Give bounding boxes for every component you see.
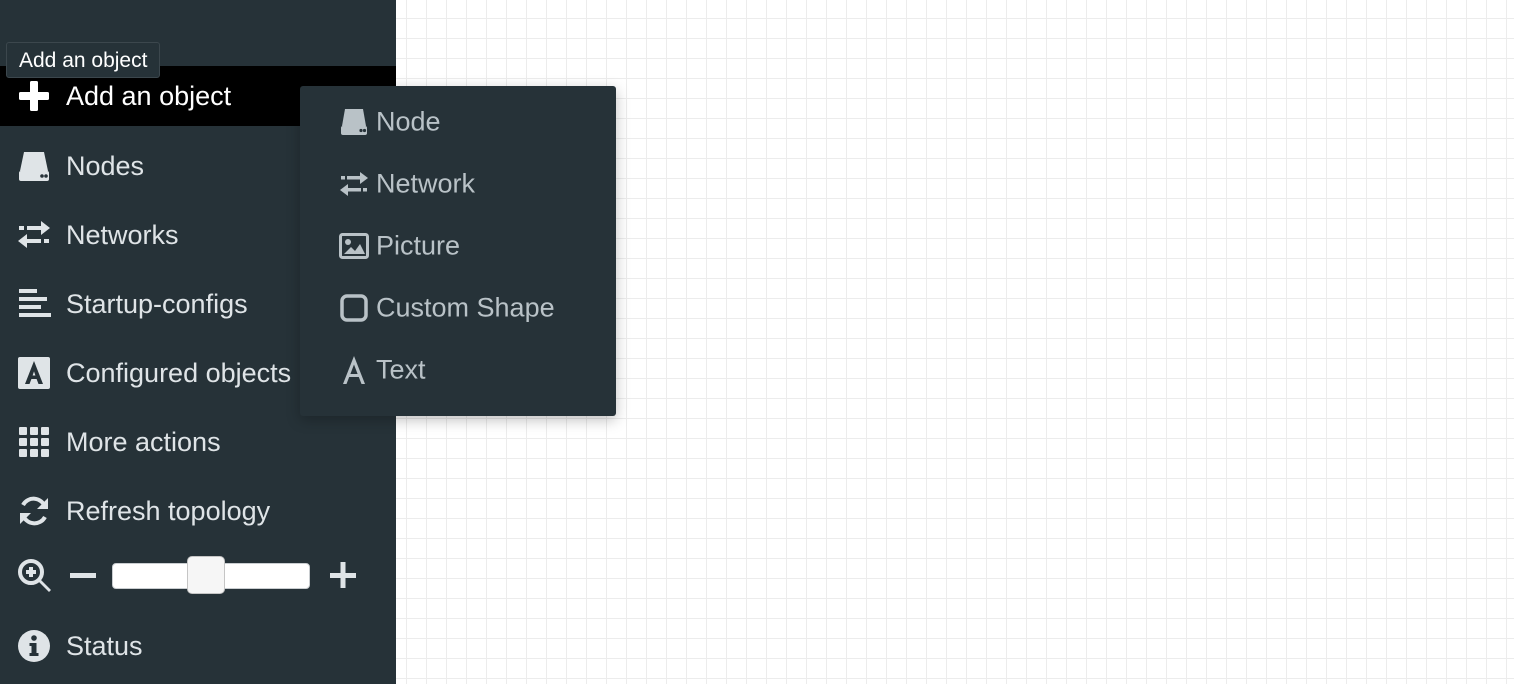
sidebar-item-label: Refresh topology <box>66 495 271 526</box>
zoom-in-button[interactable] <box>328 560 358 590</box>
sidebar-item-label: Nodes <box>66 150 145 181</box>
sidebar-item-label: Add an object <box>66 80 232 111</box>
font-a-icon <box>17 356 51 390</box>
add-object-menu: Node Network Picture Custom Shape Text <box>300 86 616 416</box>
sidebar-item-label: Startup-configs <box>66 288 248 319</box>
sidebar-item-label: Networks <box>66 219 179 250</box>
sidebar-item-label: Configured objects <box>66 357 292 388</box>
sidebar-item-more-actions[interactable]: More actions <box>0 412 396 472</box>
refresh-icon <box>17 494 51 528</box>
align-left-icon <box>17 287 51 321</box>
grid-icon <box>17 425 51 459</box>
text-a-icon <box>338 354 370 386</box>
menu-item-network[interactable]: Network <box>300 156 616 212</box>
hdd-icon <box>17 149 51 183</box>
menu-item-label: Picture <box>376 230 461 261</box>
sidebar-item-label: Status <box>66 630 143 661</box>
plus-icon <box>17 79 51 113</box>
tooltip: Add an object <box>6 42 161 78</box>
zoom-in-icon[interactable] <box>17 558 53 594</box>
menu-item-label: Node <box>376 106 441 137</box>
menu-item-picture[interactable]: Picture <box>300 218 616 274</box>
sidebar-item-refresh-topology[interactable]: Refresh topology <box>0 481 396 541</box>
zoom-slider-thumb[interactable] <box>187 556 226 594</box>
zoom-control <box>0 548 396 604</box>
sidebar-item-label: More actions <box>66 426 221 457</box>
minus-icon <box>70 573 96 578</box>
menu-item-label: Custom Shape <box>376 292 555 323</box>
menu-item-node[interactable]: Node <box>300 94 616 150</box>
zoom-out-button[interactable] <box>68 560 98 590</box>
image-icon <box>338 230 370 262</box>
menu-item-label: Network <box>376 168 476 199</box>
menu-item-label: Text <box>376 354 426 385</box>
menu-item-custom-shape[interactable]: Custom Shape <box>300 280 616 336</box>
plus-icon <box>330 562 356 588</box>
square-outline-icon <box>338 292 370 324</box>
exchange-icon <box>17 218 51 252</box>
exchange-icon <box>338 168 370 200</box>
menu-item-text[interactable]: Text <box>300 342 616 398</box>
hdd-icon <box>338 106 370 138</box>
info-icon <box>17 629 51 663</box>
sidebar-item-status[interactable]: Status <box>0 616 396 676</box>
